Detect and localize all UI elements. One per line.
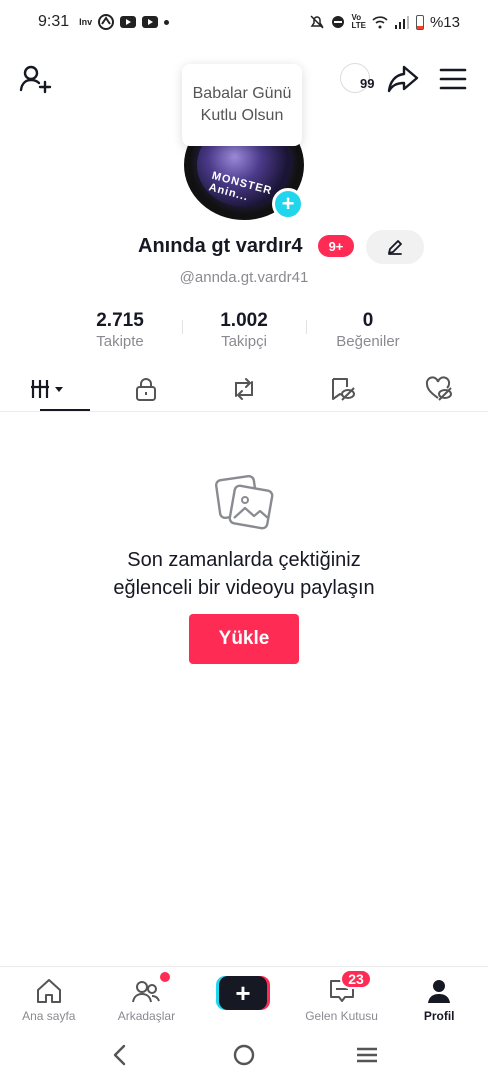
volte-icon: Vo LTE <box>351 13 366 30</box>
tab-favorites[interactable] <box>293 366 391 411</box>
stat-value: 2.715 <box>96 310 144 331</box>
share-icon[interactable] <box>386 62 420 96</box>
do-not-disturb-icon <box>332 16 345 28</box>
stat-followers[interactable]: 1.002 Takipçi <box>182 310 306 354</box>
photo-icon <box>214 474 274 530</box>
create-button[interactable]: + <box>216 976 270 1010</box>
user-handle: @annda.gt.vardr41 <box>179 269 309 286</box>
add-user-icon[interactable] <box>18 62 52 96</box>
nav-profile-label: Profil <box>423 1009 455 1023</box>
carrier-tag: Inv <box>79 17 93 27</box>
status-bar-right: Vo LTE %13 <box>309 14 460 31</box>
upload-button[interactable]: Yükle <box>189 614 299 664</box>
status-note-bubble[interactable]: Babalar Günü Kutlu Olsun <box>182 64 302 146</box>
stat-label: Takipçi <box>221 333 267 350</box>
notification-count: 99 <box>360 76 375 91</box>
home-circle-icon[interactable] <box>231 1042 257 1068</box>
home-icon <box>36 979 61 1003</box>
username-row: Anında gt vardır4 9+ <box>0 230 488 266</box>
profile-stats: 2.715 Takipte 1.002 Takipçi 0 Beğeniler <box>58 310 430 354</box>
mute-icon <box>310 15 324 29</box>
repost-icon <box>234 377 253 400</box>
signal-icon <box>394 16 409 29</box>
pencil-icon <box>388 240 402 255</box>
battery-text: %13 <box>429 13 460 31</box>
profile-content-tabs <box>0 366 488 412</box>
status-bar-left: 9:31 Inv <box>38 13 170 31</box>
battery-icon <box>415 14 424 30</box>
username: Anında gt vardır4 <box>138 235 303 257</box>
navigation-icon <box>98 14 115 30</box>
plus-icon: + <box>219 976 267 1010</box>
stat-label: Beğeniler <box>336 333 400 350</box>
tab-private[interactable] <box>98 366 196 411</box>
stat-following[interactable]: 2.715 Takipte <box>58 310 182 354</box>
stat-label: Takipte <box>96 333 144 350</box>
profile-icon <box>428 980 451 1003</box>
friends-notification-dot <box>160 972 170 982</box>
friends-icon <box>132 981 161 1003</box>
nav-home[interactable]: Ana sayfa <box>0 967 98 1026</box>
status-bar: 9:31 Inv Vo LTE %13 <box>0 0 488 44</box>
wifi-icon <box>372 16 388 29</box>
bookmark-icon <box>331 377 355 401</box>
back-icon[interactable] <box>108 1042 134 1068</box>
nav-inbox-label: Gelen Kutusu <box>305 1009 378 1023</box>
tab-videos[interactable] <box>0 366 98 411</box>
status-time: 9:31 <box>38 13 70 30</box>
recents-icon[interactable] <box>354 1042 380 1068</box>
dot-icon <box>164 19 170 25</box>
edit-profile-button[interactable] <box>366 230 424 264</box>
tab-liked[interactable] <box>390 366 488 411</box>
nav-home-label: Ana sayfa <box>22 1009 76 1023</box>
youtube-icon <box>120 16 137 28</box>
empty-state-message: Son zamanlarda çektiğiniz eğlenceli bir … <box>113 549 375 599</box>
stat-likes[interactable]: 0 Beğeniler <box>306 310 430 354</box>
liked-icon <box>426 375 453 401</box>
nav-friends-label: Arkadaşlar <box>117 1009 176 1023</box>
nav-friends[interactable]: Arkadaşlar <box>98 967 196 1026</box>
youtube-icon <box>142 16 159 28</box>
hamburger-menu-icon[interactable] <box>438 64 468 94</box>
nav-profile[interactable]: Profil <box>390 967 488 1026</box>
lock-icon <box>136 377 157 401</box>
system-navigation-bar <box>0 1030 488 1080</box>
stat-value: 1.002 <box>220 310 268 331</box>
notification-badge[interactable]: 9+ <box>318 235 354 257</box>
notification-bubble[interactable]: 99 <box>340 63 380 95</box>
add-story-plus-icon[interactable]: + <box>272 188 304 220</box>
tab-reposts[interactable] <box>195 366 293 411</box>
grid-icon <box>30 379 63 398</box>
stat-value: 0 <box>362 310 374 331</box>
inbox-badge: 23 <box>340 969 372 989</box>
